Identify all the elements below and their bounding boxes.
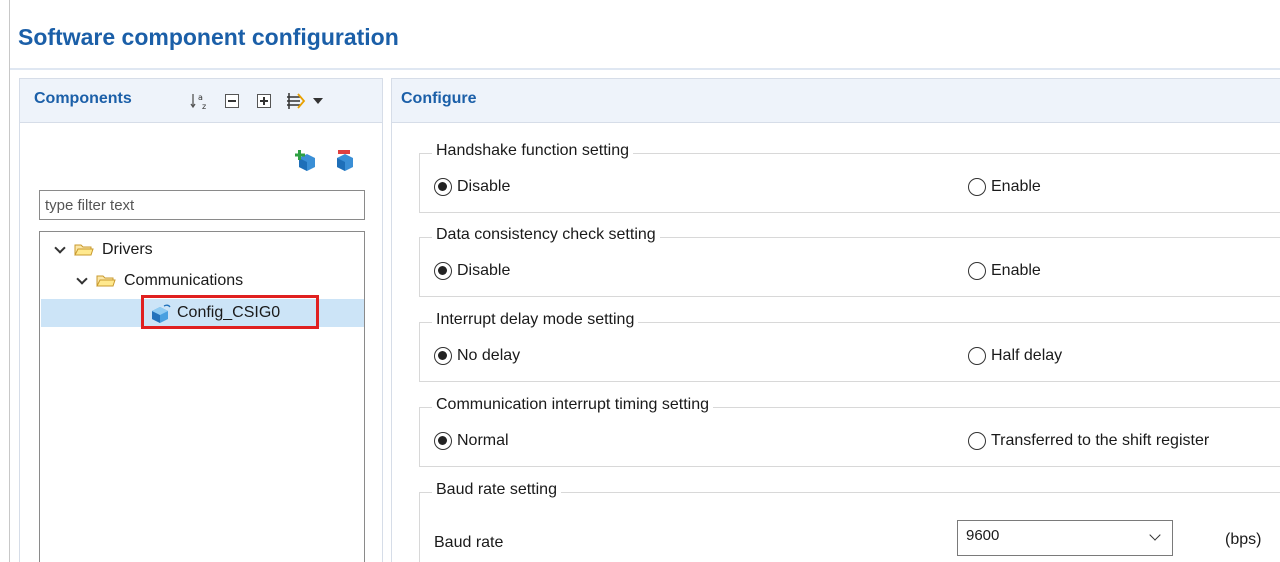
svg-text:a: a xyxy=(198,93,203,102)
page-title: Software component configuration xyxy=(18,24,399,50)
radio-handshake-enable[interactable]: Enable xyxy=(968,178,1041,196)
group-legend: Data consistency check setting xyxy=(432,226,660,244)
baud-rate-unit: (bps) xyxy=(1225,531,1262,548)
radio-no-delay[interactable]: No delay xyxy=(434,347,520,365)
group-comm-interrupt-timing: Communication interrupt timing setting N… xyxy=(419,396,1280,467)
tree-item-label: Drivers xyxy=(102,241,153,258)
chevron-down-icon[interactable] xyxy=(1149,529,1161,541)
components-title: Components xyxy=(34,90,132,107)
tree-item-label: Communications xyxy=(124,272,244,289)
svg-text:z: z xyxy=(202,102,206,111)
folder-open-icon xyxy=(74,243,94,257)
group-baud-rate: Baud rate setting Baud rate 9600 (bps) xyxy=(419,481,1280,562)
configure-panel: Configure Handshake function setting Dis… xyxy=(391,78,1280,562)
chevron-down-icon[interactable] xyxy=(54,244,66,256)
group-legend: Baud rate setting xyxy=(432,481,561,499)
component-tree: Drivers Communications Config_CSIG0 xyxy=(39,231,365,562)
group-handshake: Handshake function setting Disable Enabl… xyxy=(419,142,1280,213)
radio-label: Disable xyxy=(457,178,511,195)
radio-timing-normal[interactable]: Normal xyxy=(434,432,509,450)
group-legend: Handshake function setting xyxy=(432,142,634,160)
radio-half-delay[interactable]: Half delay xyxy=(968,347,1062,365)
radio-label: Transferred to the shift register xyxy=(991,432,1210,449)
group-legend: Communication interrupt timing setting xyxy=(432,396,714,414)
sort-az-icon[interactable]: a z xyxy=(190,91,210,111)
radio-label: Enable xyxy=(991,178,1041,195)
radio-handshake-disable[interactable]: Disable xyxy=(434,178,510,196)
baud-rate-label: Baud rate xyxy=(434,534,504,551)
radio-consistency-enable[interactable]: Enable xyxy=(968,262,1041,280)
group-data-consistency: Data consistency check setting Disable E… xyxy=(419,226,1280,297)
dropdown-arrow-icon[interactable] xyxy=(311,91,325,111)
radio-consistency-disable[interactable]: Disable xyxy=(434,262,510,280)
radio-label: Enable xyxy=(991,262,1041,279)
chevron-down-icon[interactable] xyxy=(76,275,88,287)
remove-component-icon[interactable] xyxy=(334,149,356,171)
radio-timing-shift-register[interactable]: Transferred to the shift register xyxy=(968,432,1209,450)
radio-unchecked-icon[interactable] xyxy=(968,178,986,196)
group-legend: Interrupt delay mode setting xyxy=(432,311,639,329)
radio-checked-icon[interactable] xyxy=(434,178,452,196)
title-divider xyxy=(10,68,1280,70)
radio-label: Normal xyxy=(457,432,509,449)
window-left-edge xyxy=(9,0,10,562)
tree-item-communications[interactable]: Communications xyxy=(76,268,243,294)
link-with-editor-icon[interactable] xyxy=(284,91,308,111)
radio-checked-icon[interactable] xyxy=(434,347,452,365)
baud-rate-value: 9600 xyxy=(966,527,1000,544)
components-panel: Components a z type filter text Drivers … xyxy=(19,78,383,562)
group-interrupt-delay: Interrupt delay mode setting No delay Ha… xyxy=(419,311,1280,382)
expand-all-icon[interactable] xyxy=(255,91,273,111)
tree-item-drivers[interactable]: Drivers xyxy=(54,237,153,263)
radio-checked-icon[interactable] xyxy=(434,432,452,450)
radio-unchecked-icon[interactable] xyxy=(968,432,986,450)
radio-label: Half delay xyxy=(991,347,1063,364)
filter-input[interactable] xyxy=(39,190,365,220)
collapse-all-icon[interactable] xyxy=(223,91,241,111)
components-header: Components a z xyxy=(20,79,382,123)
radio-checked-icon[interactable] xyxy=(434,262,452,280)
configure-header: Configure xyxy=(392,79,1280,123)
highlight-box xyxy=(141,295,319,329)
add-component-icon[interactable] xyxy=(295,149,317,171)
radio-label: Disable xyxy=(457,262,511,279)
configure-title: Configure xyxy=(401,90,477,107)
radio-unchecked-icon[interactable] xyxy=(968,347,986,365)
radio-label: No delay xyxy=(457,347,521,364)
baud-rate-select[interactable]: 9600 xyxy=(957,520,1173,556)
radio-unchecked-icon[interactable] xyxy=(968,262,986,280)
folder-open-icon xyxy=(96,274,116,288)
